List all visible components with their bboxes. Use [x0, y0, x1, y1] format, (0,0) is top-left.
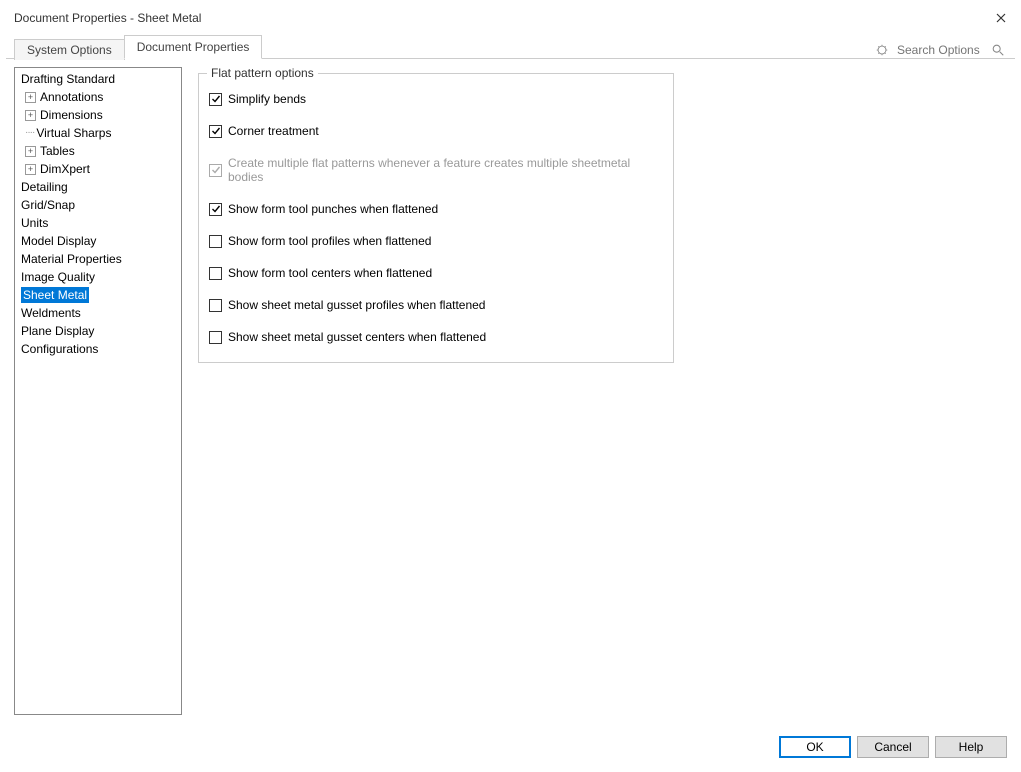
checkbox-simplify-bends[interactable]	[209, 93, 222, 106]
tree-item-dimensions[interactable]: +Dimensions	[15, 106, 181, 124]
tree-item-dimxpert[interactable]: +DimXpert	[15, 160, 181, 178]
checkbox-show-profiles[interactable]	[209, 235, 222, 248]
tree-item-detailing[interactable]: Detailing	[15, 178, 181, 196]
option-multi-flat: Create multiple flat patterns whenever a…	[209, 156, 663, 184]
option-gusset-profiles[interactable]: Show sheet metal gusset profiles when fl…	[209, 298, 663, 312]
tree-item-model-display[interactable]: Model Display	[15, 232, 181, 250]
option-simplify-bends[interactable]: Simplify bends	[209, 92, 663, 106]
group-title: Flat pattern options	[207, 66, 318, 80]
checkbox-label: Show form tool centers when flattened	[228, 266, 432, 280]
tree-connector-icon: ····	[25, 125, 34, 141]
footer: OK Cancel Help	[0, 726, 1021, 772]
tree-item-sheet-metal[interactable]: Sheet Metal	[15, 286, 181, 304]
option-show-punches[interactable]: Show form tool punches when flattened	[209, 202, 663, 216]
content-panel: Flat pattern options Simplify bends Corn…	[198, 67, 1007, 718]
gear-icon	[875, 43, 889, 57]
titlebar: Document Properties - Sheet Metal	[0, 0, 1021, 34]
checkbox-label: Simplify bends	[228, 92, 306, 106]
toolbar-row: System Options Document Properties	[0, 34, 1021, 58]
tree-item-material-properties[interactable]: Material Properties	[15, 250, 181, 268]
option-gusset-centers[interactable]: Show sheet metal gusset centers when fla…	[209, 330, 663, 344]
ok-button[interactable]: OK	[779, 736, 851, 758]
checkbox-gusset-profiles[interactable]	[209, 299, 222, 312]
checkbox-corner-treatment[interactable]	[209, 125, 222, 138]
checkbox-label: Show form tool profiles when flattened	[228, 234, 431, 248]
search-input[interactable]	[895, 42, 985, 58]
tree-item-annotations[interactable]: +Annotations	[15, 88, 181, 106]
close-icon	[996, 13, 1006, 23]
tab-system-options[interactable]: System Options	[14, 39, 125, 60]
checkbox-label: Corner treatment	[228, 124, 319, 138]
checkbox-label: Show sheet metal gusset centers when fla…	[228, 330, 486, 344]
checkbox-gusset-centers[interactable]	[209, 331, 222, 344]
tree-item-weldments[interactable]: Weldments	[15, 304, 181, 322]
tree-item-virtual-sharps[interactable]: ····Virtual Sharps	[15, 124, 181, 142]
checkbox-label: Create multiple flat patterns whenever a…	[228, 156, 663, 184]
checkbox-show-centers[interactable]	[209, 267, 222, 280]
help-button[interactable]: Help	[935, 736, 1007, 758]
expand-icon[interactable]: +	[25, 164, 36, 175]
dialog-window: Document Properties - Sheet Metal System…	[0, 0, 1021, 772]
tabs: System Options Document Properties	[14, 34, 261, 58]
tree-item-plane-display[interactable]: Plane Display	[15, 322, 181, 340]
cancel-button[interactable]: Cancel	[857, 736, 929, 758]
tree-item-configurations[interactable]: Configurations	[15, 340, 181, 358]
checkbox-multi-flat	[209, 164, 222, 177]
expand-icon[interactable]: +	[25, 146, 36, 157]
checkbox-label: Show form tool punches when flattened	[228, 202, 438, 216]
tab-document-properties[interactable]: Document Properties	[124, 35, 263, 59]
tree-item-units[interactable]: Units	[15, 214, 181, 232]
main-panel: Drafting Standard +Annotations +Dimensio…	[6, 58, 1015, 726]
category-tree[interactable]: Drafting Standard +Annotations +Dimensio…	[14, 67, 182, 715]
window-title: Document Properties - Sheet Metal	[14, 11, 201, 25]
option-show-centers[interactable]: Show form tool centers when flattened	[209, 266, 663, 280]
tree-item-grid-snap[interactable]: Grid/Snap	[15, 196, 181, 214]
option-corner-treatment[interactable]: Corner treatment	[209, 124, 663, 138]
option-show-profiles[interactable]: Show form tool profiles when flattened	[209, 234, 663, 248]
search-box[interactable]	[875, 42, 1011, 58]
expand-icon[interactable]: +	[25, 110, 36, 121]
checkbox-show-punches[interactable]	[209, 203, 222, 216]
tree-item-drafting-standard[interactable]: Drafting Standard	[15, 70, 181, 88]
flat-pattern-group: Flat pattern options Simplify bends Corn…	[198, 73, 674, 363]
tree-item-tables[interactable]: +Tables	[15, 142, 181, 160]
close-button[interactable]	[991, 8, 1011, 28]
checkbox-label: Show sheet metal gusset profiles when fl…	[228, 298, 485, 312]
tree-item-image-quality[interactable]: Image Quality	[15, 268, 181, 286]
search-icon	[991, 43, 1005, 57]
expand-icon[interactable]: +	[25, 92, 36, 103]
